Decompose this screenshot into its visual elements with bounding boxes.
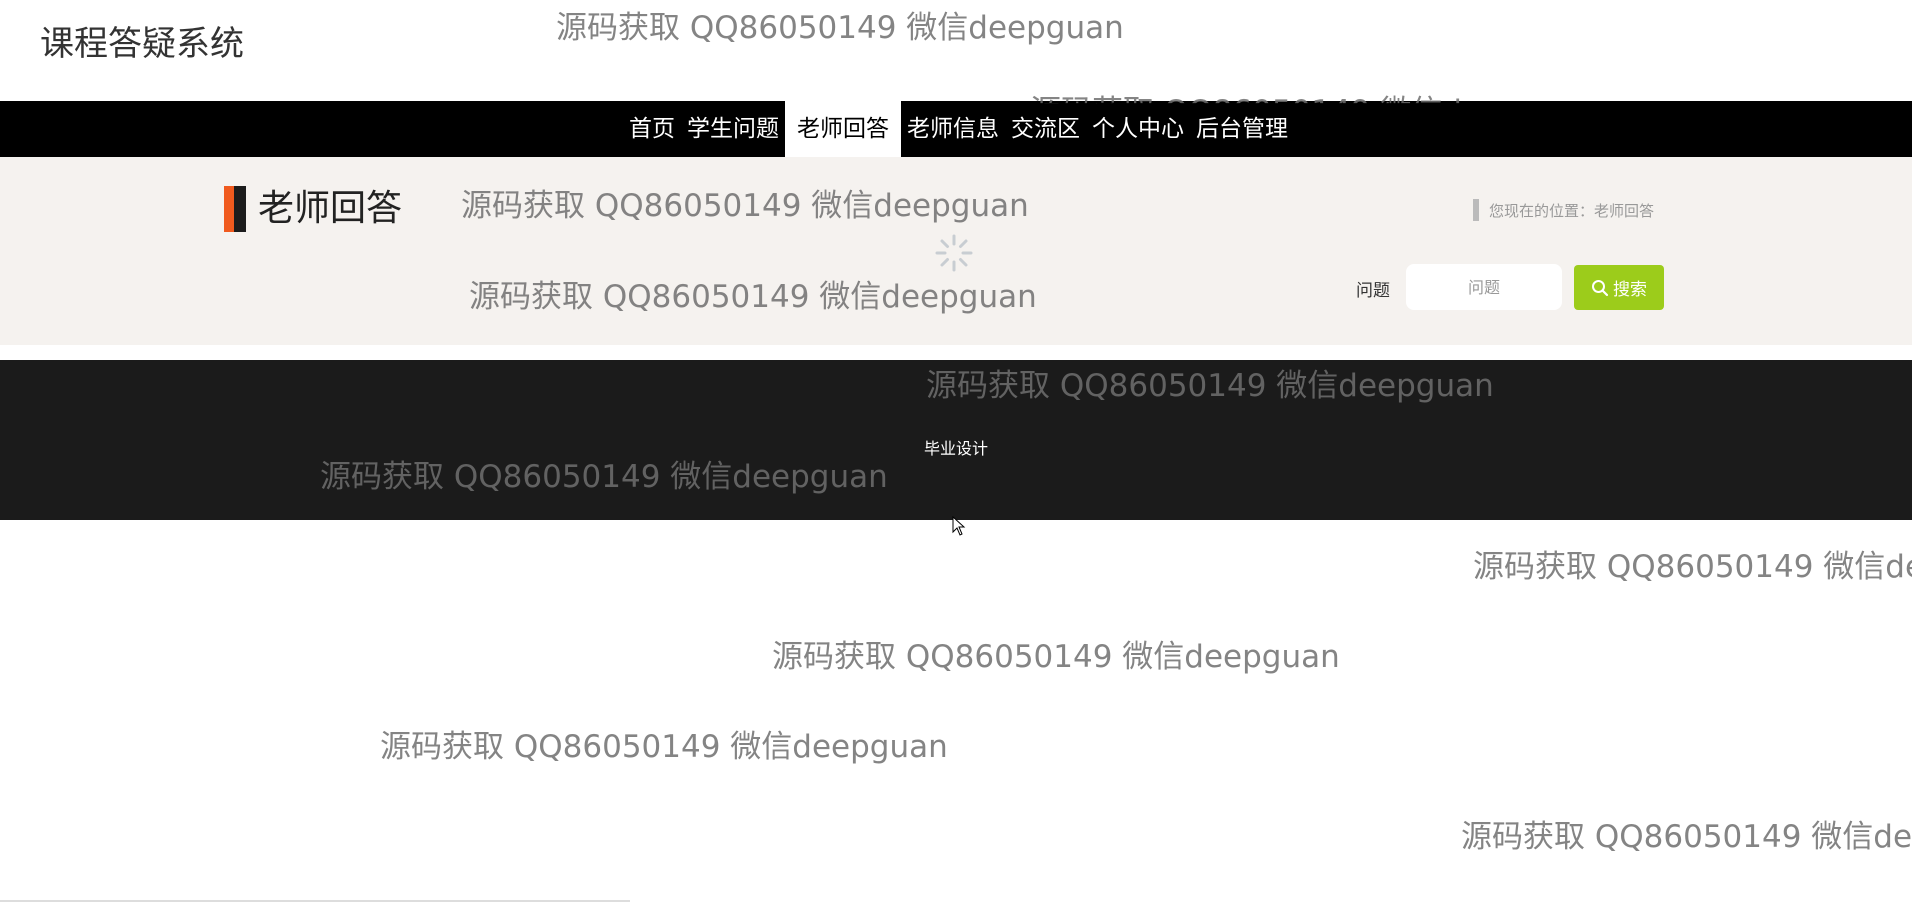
breadcrumb-text: 您现在的位置：老师回答 [1489,201,1655,220]
nav-items: 首页 学生问题 老师回答 老师信息 交流区 个人中心 后台管理 [623,101,1294,157]
nav-item-forum[interactable]: 交流区 [1005,101,1086,157]
nav-item-home[interactable]: 首页 [623,101,681,157]
watermark: 源码获取 QQ86050149 微信deepguan [1473,549,1912,585]
heading-accent-bar [224,186,234,232]
watermark: 源码获取 QQ86050149 微信deepguan [772,639,1340,675]
breadcrumb: 您现在的位置：老师回答 [1473,198,1654,222]
search-button-label: 搜索 [1613,280,1647,300]
search-input[interactable] [1406,264,1562,310]
nav-item-teacher-answers[interactable]: 老师回答 [785,101,901,157]
watermark: 源码获取 QQ86050149 微信deepguan [380,729,948,765]
nav-item-admin[interactable]: 后台管理 [1190,101,1294,157]
watermark: 源码获取 QQ86050149 微信deepguan [1461,819,1912,855]
nav-item-student-questions[interactable]: 学生问题 [681,101,785,157]
search-button[interactable]: 搜索 [1574,265,1664,310]
page: 课程答疑系统 首页 学生问题 老师回答 老师信息 交流区 个人中心 后台管理 老… [0,0,1912,902]
heading-dark-bar [234,186,246,232]
footer-text: 毕业设计 [923,439,988,458]
nav-item-personal-center[interactable]: 个人中心 [1086,101,1190,157]
main-nav: 首页 学生问题 老师回答 老师信息 交流区 个人中心 后台管理 [0,101,1912,157]
loading-spinner-icon [935,234,973,272]
page-title: 老师回答 [258,188,403,229]
mouse-cursor-icon [952,516,966,536]
search-icon [1592,279,1609,296]
page-heading: 老师回答 [224,186,402,232]
nav-item-teacher-info[interactable]: 老师信息 [901,101,1005,157]
watermark: 源码获取 QQ86050149 微信deepguan [556,10,1124,46]
breadcrumb-marker [1473,199,1479,221]
search-label: 问题 [1356,281,1390,301]
site-title: 课程答疑系统 [40,24,244,64]
